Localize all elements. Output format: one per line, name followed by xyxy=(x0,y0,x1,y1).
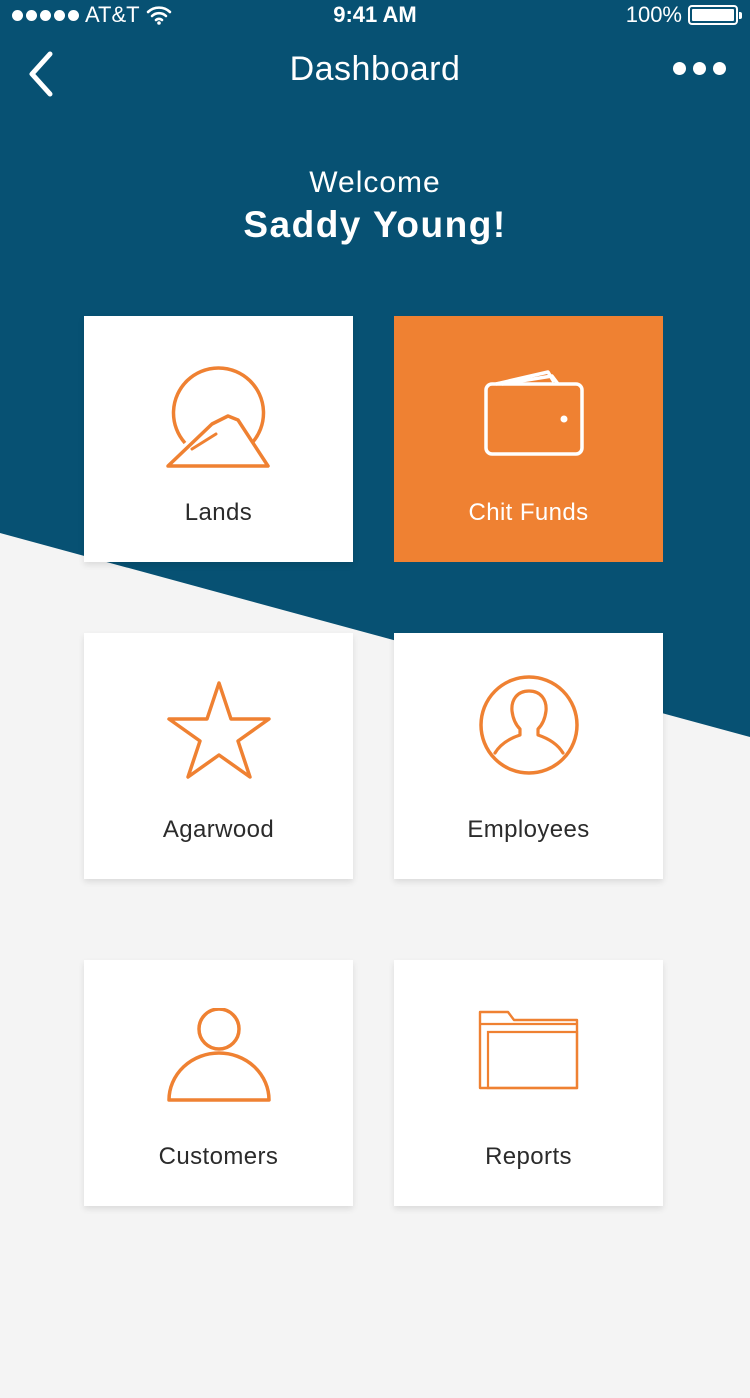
tile-chit-funds[interactable]: Chit Funds xyxy=(394,316,663,562)
tile-label: Lands xyxy=(184,499,253,526)
more-horizontal-icon xyxy=(673,62,686,75)
tile-lands[interactable]: Lands xyxy=(84,316,353,562)
battery-icon xyxy=(688,5,742,25)
tile-label: Employees xyxy=(467,816,590,843)
landscape-icon xyxy=(84,364,353,470)
page-title: Dashboard xyxy=(289,50,461,88)
navigation-bar: Dashboard xyxy=(0,40,750,104)
tile-label: Chit Funds xyxy=(468,499,589,526)
battery-percent: 100% xyxy=(625,2,682,27)
tile-label: Agarwood xyxy=(162,816,275,843)
tile-customers[interactable]: Customers xyxy=(84,960,353,1206)
battery-fill xyxy=(692,9,734,21)
wallet-icon xyxy=(394,364,663,470)
welcome-user-name: Saddy Young! xyxy=(243,204,507,245)
customer-icon xyxy=(84,1008,353,1114)
status-bar: AT&T 9:41 AM 100% xyxy=(0,0,750,30)
tile-agarwood[interactable]: Agarwood xyxy=(84,633,353,879)
dashboard-screen: AT&T 9:41 AM 100% Dashboard Welcome Sadd… xyxy=(0,0,750,1398)
welcome-greeting: Welcome xyxy=(309,166,441,199)
employee-icon xyxy=(394,673,663,779)
status-right: 100% xyxy=(625,2,742,28)
welcome-section: Welcome Saddy Young! xyxy=(0,166,750,246)
tile-reports[interactable]: Reports xyxy=(394,960,663,1206)
folder-icon xyxy=(394,1008,663,1114)
tile-label: Customers xyxy=(158,1143,279,1170)
tile-label: Reports xyxy=(485,1143,572,1170)
more-options-button[interactable] xyxy=(673,62,726,75)
star-icon xyxy=(84,681,353,787)
tile-employees[interactable]: Employees xyxy=(394,633,663,879)
